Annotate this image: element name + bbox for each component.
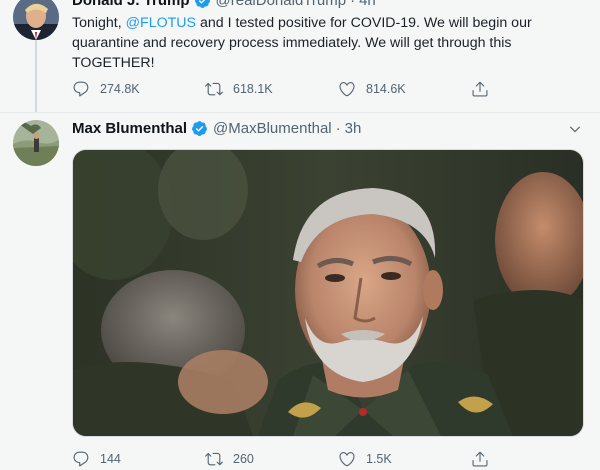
tweet-header: Max Blumenthal @MaxBlumenthal · 3h [72,120,361,137]
reply-count: 144 [100,452,121,466]
avatar[interactable] [13,120,59,166]
tweet-text-part: Tonight, [72,15,126,31]
separator-dot: · [335,120,341,137]
tweet-actions: 144 260 1.5K [72,448,512,470]
heart-icon [339,82,355,97]
separator-dot: · [350,0,356,9]
reply-icon [73,451,89,467]
avatar[interactable] [13,0,59,40]
tweet-blumenthal[interactable]: Max Blumenthal @MaxBlumenthal · 3h 144 2… [0,114,600,470]
like-count: 1.5K [366,452,392,466]
author-handle[interactable]: @realDonaldTrump [216,0,347,9]
tweet-trump[interactable]: Donald J. Trump @realDonaldTrump · 4h To… [0,0,600,112]
chevron-down-icon[interactable] [568,122,582,136]
timeline: Donald J. Trump @realDonaldTrump · 4h To… [0,0,600,470]
verified-badge-icon [194,0,210,8]
tweet-time[interactable]: 4h [359,0,376,9]
heart-icon [339,452,355,467]
reply-button[interactable]: 144 [72,450,205,468]
author-name[interactable]: Donald J. Trump [72,0,190,9]
retweet-button[interactable]: 260 [205,450,338,468]
like-button[interactable]: 814.6K [338,80,471,98]
author-handle[interactable]: @MaxBlumenthal [213,120,332,137]
share-icon [472,81,488,97]
photo-image [73,150,583,436]
retweet-count: 260 [233,452,254,466]
retweet-icon [205,82,223,96]
like-count: 814.6K [366,82,406,96]
retweet-count: 618.1K [233,82,273,96]
like-button[interactable]: 1.5K [338,450,471,468]
reply-count: 274.8K [100,82,140,96]
tweet-actions: 274.8K 618.1K 814.6K [72,78,512,100]
share-button[interactable] [471,450,491,468]
author-name[interactable]: Max Blumenthal [72,120,187,137]
tweet-divider [0,112,600,113]
share-button[interactable] [471,80,491,98]
retweet-button[interactable]: 618.1K [205,80,338,98]
reply-icon [73,81,89,97]
retweet-icon [205,452,223,466]
verified-badge-icon [192,121,207,136]
mention-link[interactable]: @FLOTUS [126,15,196,31]
tweet-header: Donald J. Trump @realDonaldTrump · 4h [72,0,376,9]
share-icon [472,451,488,467]
tweet-photo[interactable] [72,149,584,437]
tweet-text: Tonight, @FLOTUS and I tested positive f… [72,13,582,73]
reply-button[interactable]: 274.8K [72,80,205,98]
tweet-time[interactable]: 3h [345,120,362,137]
